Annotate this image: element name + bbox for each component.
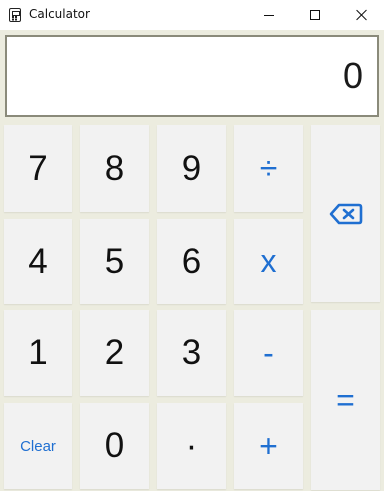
close-icon — [355, 9, 367, 21]
maximize-icon — [310, 10, 320, 20]
key-0[interactable]: 0 — [80, 403, 149, 489]
key-6[interactable]: 6 — [157, 219, 226, 304]
minus-button[interactable]: - — [234, 310, 303, 396]
window-title: Calculator — [29, 7, 90, 21]
key-7[interactable]: 7 — [4, 125, 72, 212]
backspace-button[interactable] — [311, 125, 380, 302]
backspace-icon — [329, 203, 362, 224]
plus-button[interactable]: + — [234, 403, 303, 489]
minimize-icon — [264, 14, 274, 16]
minimize-button[interactable] — [246, 0, 292, 30]
decimal-button[interactable]: · — [157, 403, 226, 489]
calculator-body: 0 7 8 9 ÷ 4 5 6 x 1 2 3 - = Clear 0 · + — [0, 30, 384, 491]
equals-button[interactable]: = — [311, 310, 380, 490]
key-3[interactable]: 3 — [157, 310, 226, 396]
display-value: 0 — [342, 55, 363, 96]
display: 0 — [5, 35, 379, 117]
key-2[interactable]: 2 — [80, 310, 149, 396]
title-bar: Calculator — [0, 0, 384, 30]
key-5[interactable]: 5 — [80, 219, 149, 304]
key-4[interactable]: 4 — [4, 219, 72, 304]
close-button[interactable] — [338, 0, 384, 30]
clear-button[interactable]: Clear — [4, 403, 72, 489]
key-9[interactable]: 9 — [157, 125, 226, 212]
calculator-icon — [9, 8, 21, 22]
key-1[interactable]: 1 — [4, 310, 72, 396]
divide-button[interactable]: ÷ — [234, 125, 303, 212]
maximize-button[interactable] — [292, 0, 338, 30]
key-8[interactable]: 8 — [80, 125, 149, 212]
multiply-button[interactable]: x — [234, 219, 303, 304]
